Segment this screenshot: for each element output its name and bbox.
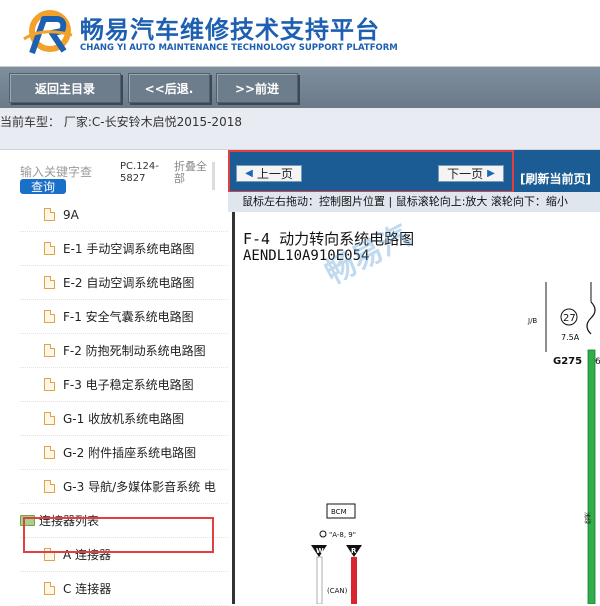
tree-item-connector-c[interactable]: C 连接器 (20, 572, 228, 606)
document-icon (44, 344, 55, 357)
tree-item-label: E-2 自动空调系统电路图 (63, 276, 195, 290)
diagram-viewer: ◀ 上一页 下一页 ▶ [刷新当前页] 鼠标左右拖动：控制图片位置 | 鼠标滚轮… (228, 150, 600, 604)
partial-label: 6 (595, 357, 600, 367)
fuse-symbol (586, 301, 596, 335)
tree-item-e1[interactable]: E-1 手动空调系统电路图 (20, 232, 228, 266)
ground-label: G275 (553, 356, 582, 367)
pin-w-label: W (316, 547, 324, 555)
back-button[interactable]: <<后退. (128, 73, 210, 103)
current-vehicle-bar: 当前车型： 厂家:C-长安铃木启悦2015-2018 (0, 108, 600, 150)
tree-item-label: 9A (63, 207, 79, 222)
tree-item-9a[interactable]: 9A (20, 198, 228, 232)
tree-item-label: F-3 电子稳定系统电路图 (63, 378, 194, 392)
forward-button[interactable]: >>前进 (216, 73, 298, 103)
tree-item-g3[interactable]: G-3 导航/多媒体影音系统 电 (20, 470, 228, 504)
bcm-label: BCM (331, 508, 347, 516)
can-bus-label: (CAN) (327, 587, 348, 595)
pin-r-label: R (351, 547, 357, 555)
document-icon (44, 480, 55, 493)
tree-item-label: G-2 附件插座系统电路图 (63, 446, 197, 460)
document-icon (44, 582, 55, 595)
tree-item-g2[interactable]: G-2 附件插座系统电路图 (20, 436, 228, 470)
document-icon (44, 378, 55, 391)
tree-item-label: F-1 安全气囊系统电路图 (63, 310, 194, 324)
document-icon (44, 310, 55, 323)
white-wire (316, 556, 323, 604)
query-button[interactable]: 查询 (20, 179, 66, 194)
tree-item-e2[interactable]: E-2 自动空调系统电路图 (20, 266, 228, 300)
tree-item-label: F-2 防抱死制动系统电路图 (63, 344, 206, 358)
selected-item-highlight (23, 517, 214, 553)
wiring-diagram-canvas[interactable]: J/B 27 7.5A G275 6 浅绿 BCM "A-8, 9" W R (… (232, 212, 600, 604)
document-icon (44, 242, 55, 255)
catalog-sidebar: 查询 PC.124-5827 折叠全部 9A E-1 手动空调系统电路图 E-2… (0, 150, 228, 606)
green-wire (587, 349, 596, 604)
platform-subtitle: CHANG YI AUTO MAINTENANCE TECHNOLOGY SUP… (80, 43, 398, 53)
platform-title: 畅易汽车维修技术支持平台 (80, 16, 380, 44)
refresh-page-link[interactable]: [刷新当前页] (520, 170, 591, 187)
jb-label: J/B (527, 317, 537, 325)
document-icon (44, 208, 55, 221)
tree-item-f2[interactable]: F-2 防抱死制动系统电路图 (20, 334, 228, 368)
sidebar-scrollbar[interactable] (212, 162, 215, 190)
wire-color-label: 浅绿 (583, 512, 591, 524)
tree-item-g1[interactable]: G-1 收放机系统电路图 (20, 402, 228, 436)
red-wire (351, 557, 357, 604)
tree-item-label: C 连接器 (63, 582, 112, 596)
wiring-diagram: J/B 27 7.5A G275 6 浅绿 BCM "A-8, 9" W R (… (311, 282, 600, 604)
current-vehicle-label: 当前车型： 厂家:C-长安铃木启悦2015-2018 (0, 115, 242, 129)
tree-item-label: G-1 收放机系统电路图 (63, 412, 185, 426)
document-icon (44, 276, 55, 289)
usage-hint: 鼠标左右拖动：控制图片位置 | 鼠标滚轮向上:放大 滚轮向下：缩小 (228, 192, 600, 212)
bcm-pins-label: "A-8, 9" (329, 531, 356, 539)
collapse-all-link[interactable]: 折叠全部 (174, 161, 212, 185)
fuse-amperage: 7.5A (561, 333, 580, 342)
tree-item-f3[interactable]: F-3 电子稳定系统电路图 (20, 368, 228, 402)
main-toolbar: 返回主目录 <<后退. >>前进 (0, 66, 600, 108)
page-nav-bar: ◀ 上一页 下一页 ▶ [刷新当前页] (228, 150, 600, 193)
page-nav-highlight (228, 150, 514, 193)
document-icon (44, 412, 55, 425)
pc-code-label: PC.124-5827 (120, 161, 159, 184)
document-icon (44, 446, 55, 459)
connector-icon (319, 530, 327, 538)
tree-item-label: E-1 手动空调系统电路图 (63, 242, 195, 256)
tree-item-label: G-3 导航/多媒体影音系统 电 (63, 480, 216, 494)
home-directory-button[interactable]: 返回主目录 (9, 73, 121, 103)
tree-item-f1[interactable]: F-1 安全气囊系统电路图 (20, 300, 228, 334)
platform-logo-icon (23, 10, 73, 54)
site-header: 畅易汽车维修技术支持平台 CHANG YI AUTO MAINTENANCE T… (0, 0, 600, 66)
fuse-number: 27 (563, 313, 576, 324)
